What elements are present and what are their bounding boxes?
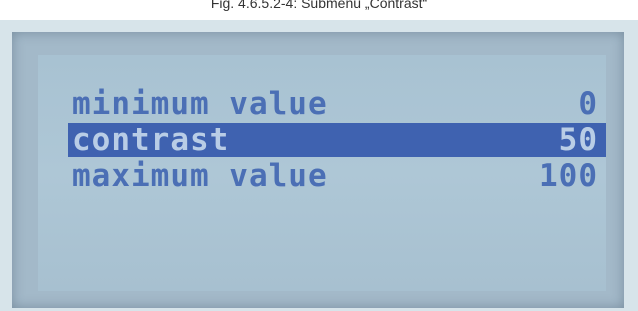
lcd-frame: minimum value 0 contrast 50 maximum valu… <box>12 32 624 308</box>
figure-caption-text: Fig. 4.6.5.2-4: Submenu „Contrast“ <box>210 0 428 11</box>
menu-item-minimum-value[interactable]: minimum value 0 <box>68 87 606 121</box>
menu-item-maximum-value[interactable]: maximum value 100 <box>68 159 606 193</box>
menu-item-label: contrast <box>72 122 230 158</box>
lcd-screen: minimum value 0 contrast 50 maximum valu… <box>38 55 606 291</box>
menu-item-value: 50 <box>558 122 598 158</box>
menu-item-label: minimum value <box>72 86 328 122</box>
menu-item-contrast[interactable]: contrast 50 <box>68 123 606 157</box>
menu-item-label: maximum value <box>72 158 328 194</box>
menu-item-value: 100 <box>539 158 598 194</box>
figure-caption: Fig. 4.6.5.2-4: Submenu „Contrast“ <box>0 0 638 22</box>
device-photo: minimum value 0 contrast 50 maximum valu… <box>0 20 638 311</box>
menu-item-value: 0 <box>578 86 598 122</box>
